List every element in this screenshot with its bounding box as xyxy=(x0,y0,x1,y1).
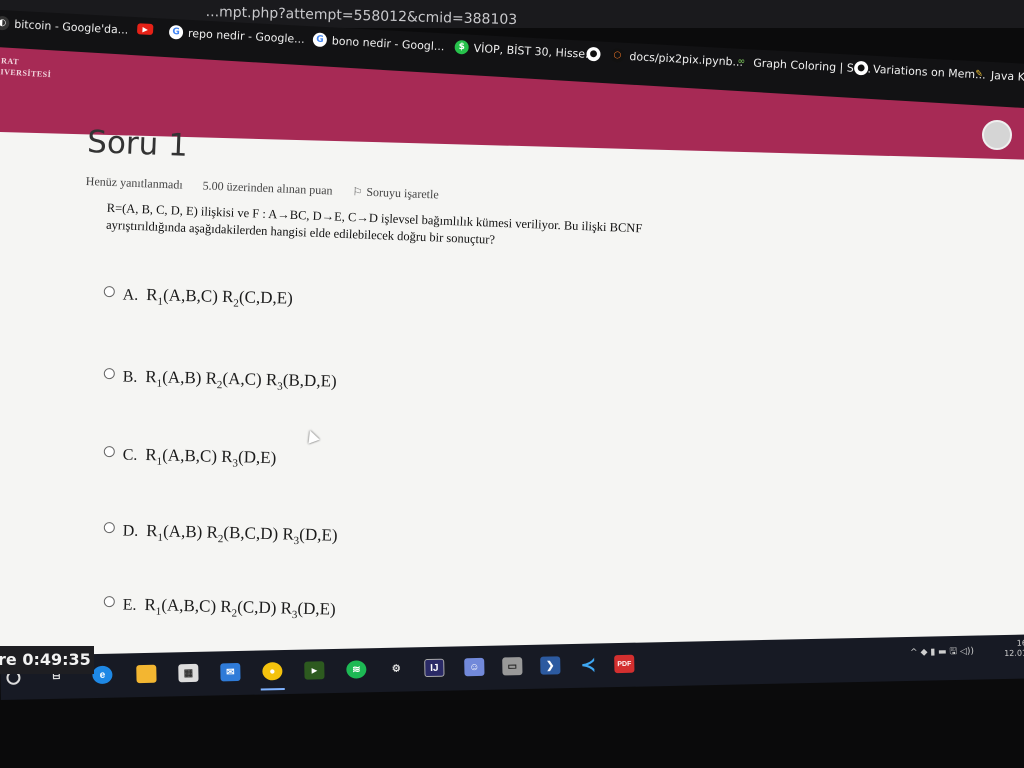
option-letter: B. xyxy=(122,368,138,386)
store-icon[interactable]: ▦ xyxy=(178,663,199,683)
google-icon: G xyxy=(312,32,328,48)
bookmark-label: Java Kod xyxy=(990,68,1024,84)
youtube-icon: ▶ xyxy=(136,23,154,36)
relation-attributes: (A,B,C) xyxy=(162,445,218,466)
system-tray[interactable]: ^ ◆ ▮ ▬ 🖫 ◁)) xyxy=(910,644,974,661)
link-icon: ∞ xyxy=(737,56,746,68)
bookmark-github[interactable]: ● xyxy=(586,46,601,62)
window-icon[interactable]: ▭ xyxy=(502,657,523,676)
relation-attributes: (D,E) xyxy=(237,447,277,468)
flag-label: Soruyu işaretle xyxy=(366,184,439,202)
clock-date: 12.01 xyxy=(1004,648,1024,658)
relation-attributes: (D,E) xyxy=(299,524,338,545)
steam-icon[interactable]: ⚙ xyxy=(386,659,406,677)
relation-name: R xyxy=(280,598,293,618)
chrome-icon[interactable]: ● xyxy=(262,662,283,681)
mail-icon[interactable]: ✉ xyxy=(220,662,241,682)
relation-attributes: (B,D,E) xyxy=(282,370,337,391)
relation-name: R xyxy=(144,594,157,615)
relation-name: R xyxy=(282,524,295,544)
github-icon: ● xyxy=(853,60,869,76)
bookmark-youtube[interactable]: ▶ xyxy=(136,23,154,36)
bookmark-bitcoin[interactable]: ◐ bitcoin - Google'da... xyxy=(0,15,129,37)
relation-name: R xyxy=(221,446,233,467)
pdf-icon[interactable]: PDF xyxy=(614,654,635,674)
relation-name: R xyxy=(265,369,278,390)
option-text: R1(A,B,C) R2(C,D,E) xyxy=(146,285,293,311)
radio-button[interactable] xyxy=(103,445,115,458)
relation-name: R xyxy=(221,286,234,307)
option-text: R1(A,B,C) R2(C,D) R3(D,E) xyxy=(144,595,336,622)
bookmark-repo[interactable]: G repo nedir - Google... xyxy=(168,24,306,46)
relation-name: R xyxy=(146,285,158,305)
relation-name: R xyxy=(220,596,232,617)
bookmark-graph-coloring[interactable]: ∞ Graph Coloring | Se... xyxy=(734,55,871,76)
answer-option-a[interactable]: A. R1(A,B,C) R2(C,D,E) xyxy=(103,284,293,311)
answer-option-c[interactable]: C. R1(A,B,C) R3(D,E) xyxy=(103,444,277,471)
option-text: R1(A,B,C) R3(D,E) xyxy=(145,445,276,471)
university-logo[interactable]: RAT IVERSİTESİ xyxy=(0,55,52,80)
flag-icon: ⚐ xyxy=(352,186,363,199)
discord-icon[interactable]: ☺ xyxy=(464,657,485,677)
system-clock[interactable]: 16 12.01 xyxy=(1004,638,1024,658)
relation-attributes: (B,C,D) xyxy=(223,522,279,544)
bookmark-java[interactable]: ✎ Java Kod xyxy=(972,67,1024,84)
bookmark-bono[interactable]: G bono nedir - Googl... xyxy=(312,32,445,53)
radio-button[interactable] xyxy=(103,595,115,608)
spotify-icon[interactable]: ≋ xyxy=(346,660,367,679)
relation-attributes: (C,D) xyxy=(236,597,277,618)
radio-button[interactable] xyxy=(103,285,115,298)
relation-attributes: (D,E) xyxy=(297,598,336,619)
relation-name: R xyxy=(145,367,157,387)
active-app-indicator xyxy=(260,688,285,691)
pencil-icon: ✎ xyxy=(974,69,983,80)
monitor-bezel xyxy=(0,700,1024,768)
option-letter: C. xyxy=(122,446,138,464)
relation-attributes: (A,B,C) xyxy=(162,285,219,306)
bookmark-pix2pix[interactable]: ○ docs/pix2pix.ipynb... xyxy=(610,48,743,69)
intellij-icon[interactable]: IJ xyxy=(424,658,445,678)
bookmark-label: Variations on Mem... xyxy=(872,62,987,82)
bookmark-label: repo nedir - Google... xyxy=(187,26,306,46)
globe-icon: ◐ xyxy=(0,15,10,31)
relation-name: R xyxy=(206,522,219,542)
bookmark-label: bono nedir - Googl... xyxy=(331,33,445,53)
flag-question-link[interactable]: ⚐ Soruyu işaretle xyxy=(352,184,439,202)
file-explorer-icon[interactable] xyxy=(136,664,157,684)
relation-name: R xyxy=(145,445,157,465)
relation-attributes: (A,B) xyxy=(162,521,203,542)
answer-status: Henüz yanıtlanmadı xyxy=(85,173,183,192)
bookmark-variations[interactable]: ● Variations on Mem... xyxy=(853,60,987,82)
clock-time: 16 xyxy=(1016,638,1024,648)
powershell-icon[interactable]: ❯ xyxy=(540,656,561,675)
jupyter-icon: ○ xyxy=(610,48,625,63)
bookmark-label: VİOP, BİST 30, Hisse... xyxy=(473,41,596,61)
radio-button[interactable] xyxy=(103,367,115,380)
option-letter: D. xyxy=(122,522,139,540)
relation-attributes: (C,D,E) xyxy=(238,287,294,308)
option-letter: E. xyxy=(122,596,137,614)
relation-name: R xyxy=(205,368,218,388)
vscode-icon[interactable]: ≺ xyxy=(578,654,598,674)
google-icon: G xyxy=(168,24,184,40)
relation-attributes: (A,B) xyxy=(162,367,202,388)
option-text: R1(A,B) R2(A,C) R3(B,D,E) xyxy=(145,367,337,394)
logo-line: IVERSİTESİ xyxy=(0,67,52,80)
bookmark-viop[interactable]: $ VİOP, BİST 30, Hisse... xyxy=(454,39,596,61)
relation-name: R xyxy=(146,521,158,541)
user-avatar[interactable] xyxy=(982,120,1012,150)
question-points: 5.00 üzerinden alınan puan xyxy=(202,178,333,198)
relation-attributes: (A,B,C) xyxy=(161,595,217,616)
terminal-icon[interactable]: ▸ xyxy=(304,661,325,680)
github-icon: ● xyxy=(586,46,601,62)
radio-button[interactable] xyxy=(103,521,115,534)
bookmark-label: docs/pix2pix.ipynb... xyxy=(629,49,744,69)
edge-icon[interactable]: e xyxy=(92,665,113,685)
bookmark-label: bitcoin - Google'da... xyxy=(13,17,129,37)
option-text: R1(A,B) R2(B,C,D) R3(D,E) xyxy=(146,521,338,548)
option-letter: A. xyxy=(122,286,139,304)
stock-icon: $ xyxy=(454,39,470,55)
quiz-timer: re 0:49:35 xyxy=(0,646,94,674)
relation-attributes: (A,C) xyxy=(222,368,262,389)
